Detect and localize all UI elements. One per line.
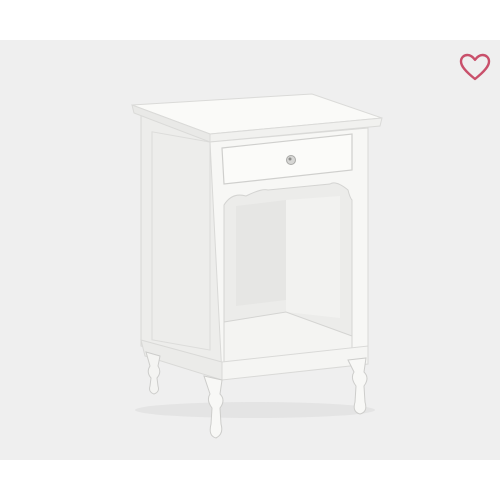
product-photo (0, 40, 500, 460)
floor-shadow (135, 402, 375, 418)
leg-back-left (145, 351, 161, 395)
cubby-inner-side (286, 196, 340, 318)
cubby-back-wall (236, 200, 286, 306)
nightstand-illustration (131, 93, 383, 439)
heart-outline-icon (459, 53, 491, 81)
favorite-button[interactable] (454, 48, 496, 86)
